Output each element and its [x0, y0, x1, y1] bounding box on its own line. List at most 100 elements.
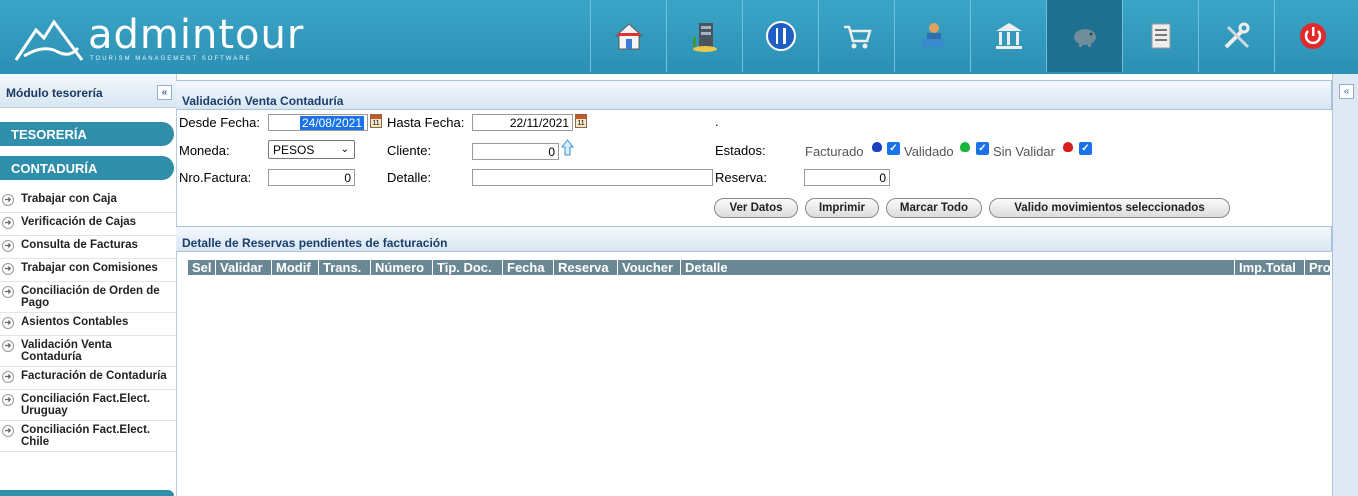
cliente-input[interactable]: 0	[472, 143, 559, 160]
validar-seleccionados-button[interactable]: Valido movimientos seleccionados	[989, 198, 1230, 218]
sidebar-item-facturacion-contaduria[interactable]: ➜ Facturación de Contaduría	[0, 367, 176, 390]
bank-icon[interactable]	[970, 0, 1046, 72]
col-detalle[interactable]: Detalle	[681, 260, 1235, 275]
sidebar-menu: ➜ Trabajar con Caja ➜ Verificación de Caja…	[0, 190, 176, 452]
col-sel[interactable]: Sel	[188, 260, 216, 275]
sin-validar-dot-icon	[1063, 142, 1073, 152]
right-collapsed-panel: «	[1332, 74, 1358, 496]
grid-header: Sel Validar Modif Trans. Número Tip. Doc…	[188, 260, 1330, 275]
col-modif[interactable]: Modif	[272, 260, 319, 275]
arrow-right-icon: ➜	[2, 371, 14, 383]
expand-left-icon[interactable]: «	[1339, 84, 1354, 99]
col-trans[interactable]: Trans.	[319, 260, 371, 275]
arrow-up-icon[interactable]	[561, 139, 574, 156]
col-validar[interactable]: Validar	[216, 260, 272, 275]
arrow-right-icon: ➜	[2, 240, 14, 252]
document-icon[interactable]	[1122, 0, 1198, 72]
sidebar-item-label: Trabajar con Comisiones	[21, 262, 158, 274]
arrow-right-icon: ➜	[2, 394, 14, 406]
estados-label: Estados:	[715, 143, 766, 158]
detail-panel-title: Detalle de Reservas pendientes de factur…	[176, 226, 1332, 252]
reserva-input[interactable]: 0	[804, 169, 890, 186]
sidebar-item-trabajar-caja[interactable]: ➜ Trabajar con Caja	[0, 190, 176, 213]
detalle-label: Detalle:	[387, 170, 432, 185]
calendar-icon[interactable]: 11	[370, 114, 382, 128]
calendar-icon[interactable]: 11	[575, 114, 587, 128]
arrow-right-icon: ➜	[2, 425, 14, 437]
admintour-logo[interactable]: admintour TOURISM MANAGEMENT SOFTWARE	[14, 12, 303, 66]
sin-validar-label: Sin Validar	[993, 144, 1055, 159]
validado-checkbox[interactable]: ✓	[976, 142, 989, 155]
building-icon[interactable]	[666, 0, 742, 72]
validado-label: Validado	[904, 144, 954, 159]
restaurant-icon[interactable]	[742, 0, 818, 72]
sidebar-item-conciliacion-orden-pago[interactable]: ➜ Conciliación de Orden de Pago	[0, 282, 176, 313]
facturado-checkbox[interactable]: ✓	[887, 142, 900, 155]
sidebar-header: Módulo tesorería «	[0, 74, 176, 108]
col-numero[interactable]: Número	[371, 260, 433, 275]
agent-icon[interactable]	[894, 0, 970, 72]
arrow-right-icon: ➜	[2, 217, 14, 229]
panel-title: Validación Venta Contaduría	[176, 80, 1332, 110]
nro-factura-label: Nro.Factura:	[179, 170, 252, 185]
col-tip-doc[interactable]: Tip. Doc.	[433, 260, 503, 275]
main-nav	[590, 0, 1350, 72]
main-content: Validación Venta Contaduría Desde Fecha:…	[176, 74, 1332, 496]
collapse-left-icon[interactable]: «	[157, 85, 172, 100]
nro-factura-input[interactable]: 0	[268, 169, 355, 186]
piggy-bank-icon[interactable]	[1046, 0, 1122, 72]
sidebar-item-verificacion-cajas[interactable]: ➜ Verificación de Cajas	[0, 213, 176, 236]
desde-fecha-input[interactable]: 24/08/2021	[268, 114, 368, 131]
sidebar-item-comisiones[interactable]: ➜ Trabajar con Comisiones	[0, 259, 176, 282]
reserva-label: Reserva:	[715, 170, 768, 185]
facturado-label: Facturado	[805, 144, 864, 159]
sidebar-item-label: Conciliación Fact.Elect. Chile	[21, 424, 151, 448]
tools-icon[interactable]	[1198, 0, 1274, 72]
col-pro[interactable]: Pro	[1305, 260, 1330, 275]
sidebar-item-label: Asientos Contables	[21, 316, 129, 328]
cart-icon[interactable]	[818, 0, 894, 72]
home-icon[interactable]	[590, 0, 666, 72]
sidebar-item-fact-uruguay[interactable]: ➜ Conciliación Fact.Elect. Uruguay	[0, 390, 176, 421]
arrow-right-icon: ➜	[2, 286, 14, 298]
sidebar-section-next[interactable]	[0, 490, 174, 496]
imprimir-button[interactable]: Imprimir	[805, 198, 879, 218]
sidebar-item-consulta-facturas[interactable]: ➜ Consulta de Facturas	[0, 236, 176, 259]
col-voucher[interactable]: Voucher	[618, 260, 681, 275]
separator-dot: .	[715, 114, 719, 129]
col-fecha[interactable]: Fecha	[503, 260, 554, 275]
hasta-fecha-label: Hasta Fecha:	[387, 115, 465, 130]
arrow-right-icon: ➜	[2, 340, 14, 352]
sidebar-item-label: Trabajar con Caja	[21, 193, 117, 205]
sidebar-item-asientos-contables[interactable]: ➜ Asientos Contables	[0, 313, 176, 336]
moneda-value: PESOS	[273, 143, 315, 157]
app-header: admintour TOURISM MANAGEMENT SOFTWARE	[0, 0, 1358, 74]
moneda-select[interactable]: PESOS ⌄	[268, 140, 355, 159]
cliente-label: Cliente:	[387, 143, 432, 158]
arrow-right-icon: ➜	[2, 194, 14, 206]
marcar-todo-button[interactable]: Marcar Todo	[886, 198, 982, 218]
sin-validar-checkbox[interactable]: ✓	[1079, 142, 1092, 155]
sidebar-item-label: Facturación de Contaduría	[21, 370, 167, 382]
sidebar-item-label: Conciliación de Orden de Pago	[21, 285, 160, 309]
sidebar-item-label: Verificación de Cajas	[21, 216, 137, 228]
detalle-input[interactable]	[472, 169, 713, 186]
power-icon[interactable]	[1274, 0, 1350, 72]
brand-name: admintour	[88, 12, 305, 58]
chevron-down-icon: ⌄	[340, 144, 349, 155]
sidebar-item-fact-chile[interactable]: ➜ Conciliación Fact.Elect. Chile	[0, 421, 176, 452]
col-reserva[interactable]: Reserva	[554, 260, 618, 275]
col-imp-total[interactable]: Imp.Total	[1235, 260, 1305, 275]
sidebar-item-validacion-venta[interactable]: ➜ Validación Venta Contaduría	[0, 336, 176, 367]
hasta-fecha-input[interactable]: 22/11/2021	[472, 114, 573, 131]
arrow-right-icon: ➜	[2, 317, 14, 329]
arrow-right-icon: ➜	[2, 263, 14, 275]
facturado-dot-icon	[872, 142, 882, 152]
desde-fecha-label: Desde Fecha:	[179, 115, 260, 130]
section-contaduria[interactable]: CONTADURÍA	[0, 156, 174, 180]
section-tesoreria[interactable]: TESORERÍA	[0, 122, 174, 146]
mountain-logo-icon	[14, 19, 84, 61]
sidebar: Módulo tesorería « TESORERÍA CONTADURÍA …	[0, 74, 177, 496]
ver-datos-button[interactable]: Ver Datos	[714, 198, 798, 218]
sidebar-item-label: Conciliación Fact.Elect. Uruguay	[21, 393, 151, 417]
